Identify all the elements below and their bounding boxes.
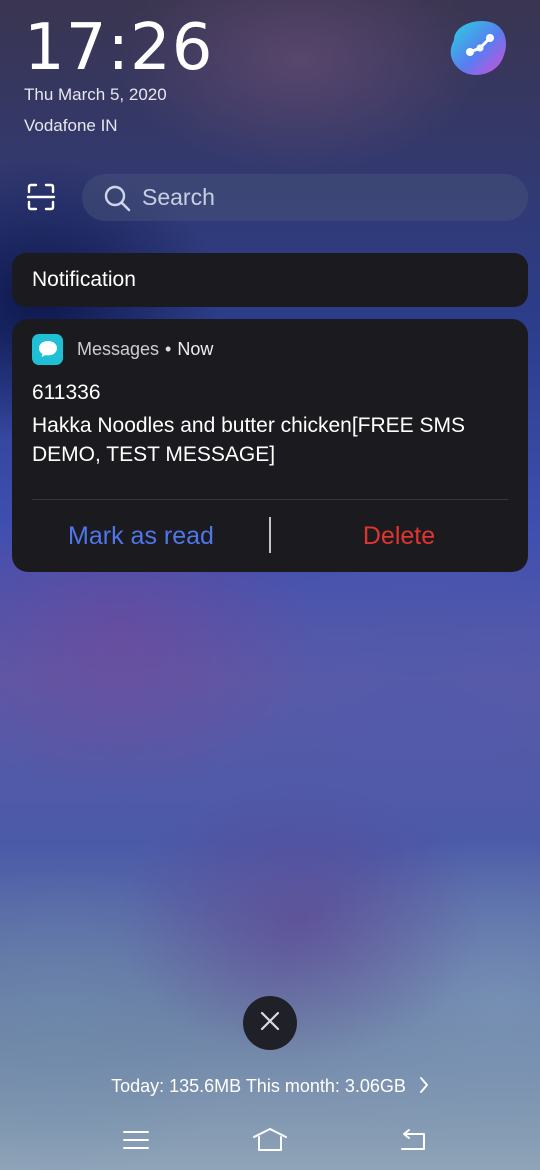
home-icon[interactable] [252,1122,288,1158]
back-icon[interactable] [394,1122,430,1158]
delete-button[interactable]: Delete [270,518,528,554]
mark-as-read-button[interactable]: Mark as read [12,518,270,554]
notification-body: Hakka Noodles and butter chicken[FREE SM… [32,414,466,466]
carrier-name: Vodafone IN [24,116,118,135]
chevron-right-icon [419,1076,429,1099]
lockscreen-date: Thu March 5, 2020 [24,85,167,104]
clear-notifications-button[interactable] [243,996,297,1050]
data-usage-row[interactable]: Today: 135.6MB This month: 3.06GB [0,1076,540,1099]
notification-time: Now [177,338,214,359]
notification-card[interactable]: Messages • Now 611336 Hakka Noodles and … [12,319,528,572]
search-icon [102,183,132,213]
search-bar[interactable]: Search [82,174,528,221]
close-icon [259,1010,281,1036]
notification-app-name: Messages [77,338,160,359]
navigation-bar [0,1122,540,1158]
assistant-avatar-icon[interactable] [446,18,508,78]
notification-section-header: Notification [12,253,528,307]
search-placeholder: Search [142,184,215,210]
notification-separator: • [165,338,172,359]
menu-icon[interactable] [118,1122,154,1158]
scan-icon[interactable] [26,182,56,212]
data-usage-text: Today: 135.6MB This month: 3.06GB [111,1076,406,1096]
notification-sender: 611336 [32,381,101,404]
notification-divider [32,499,508,500]
lockscreen-clock: 17:26 [24,11,214,85]
notification-app-row: Messages • Now [32,333,213,365]
messages-app-icon [32,333,63,365]
notification-section-title: Notification [32,268,136,291]
